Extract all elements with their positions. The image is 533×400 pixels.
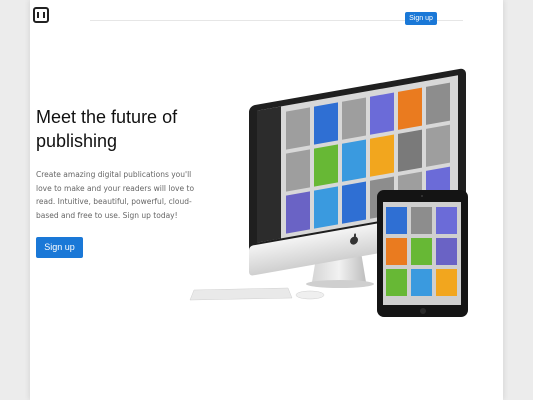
app-tile <box>436 207 457 234</box>
ipad-tablet <box>377 190 468 317</box>
app-tile <box>370 92 394 135</box>
app-tile <box>314 186 338 229</box>
app-tile <box>342 139 366 182</box>
app-tile <box>411 207 432 234</box>
app-tile <box>342 97 366 140</box>
app-tile <box>286 149 310 192</box>
app-tile <box>398 129 422 172</box>
keyboard <box>189 287 293 301</box>
app-tile <box>426 82 450 125</box>
app-tile <box>386 269 407 296</box>
app-tile <box>386 207 407 234</box>
app-tile <box>370 134 394 177</box>
app-tile <box>314 144 338 187</box>
devices-illustration <box>189 68 468 317</box>
app-tile <box>286 107 310 150</box>
app-tile <box>386 238 407 265</box>
mouse <box>295 290 325 300</box>
app-tile <box>411 269 432 296</box>
app-tile <box>314 102 338 145</box>
app-tile <box>436 269 457 296</box>
app-tile <box>411 238 432 265</box>
app-tile <box>426 124 450 167</box>
app-tile <box>436 238 457 265</box>
app-tile <box>398 87 422 130</box>
app-tile <box>342 181 366 224</box>
app-tile <box>286 191 310 234</box>
